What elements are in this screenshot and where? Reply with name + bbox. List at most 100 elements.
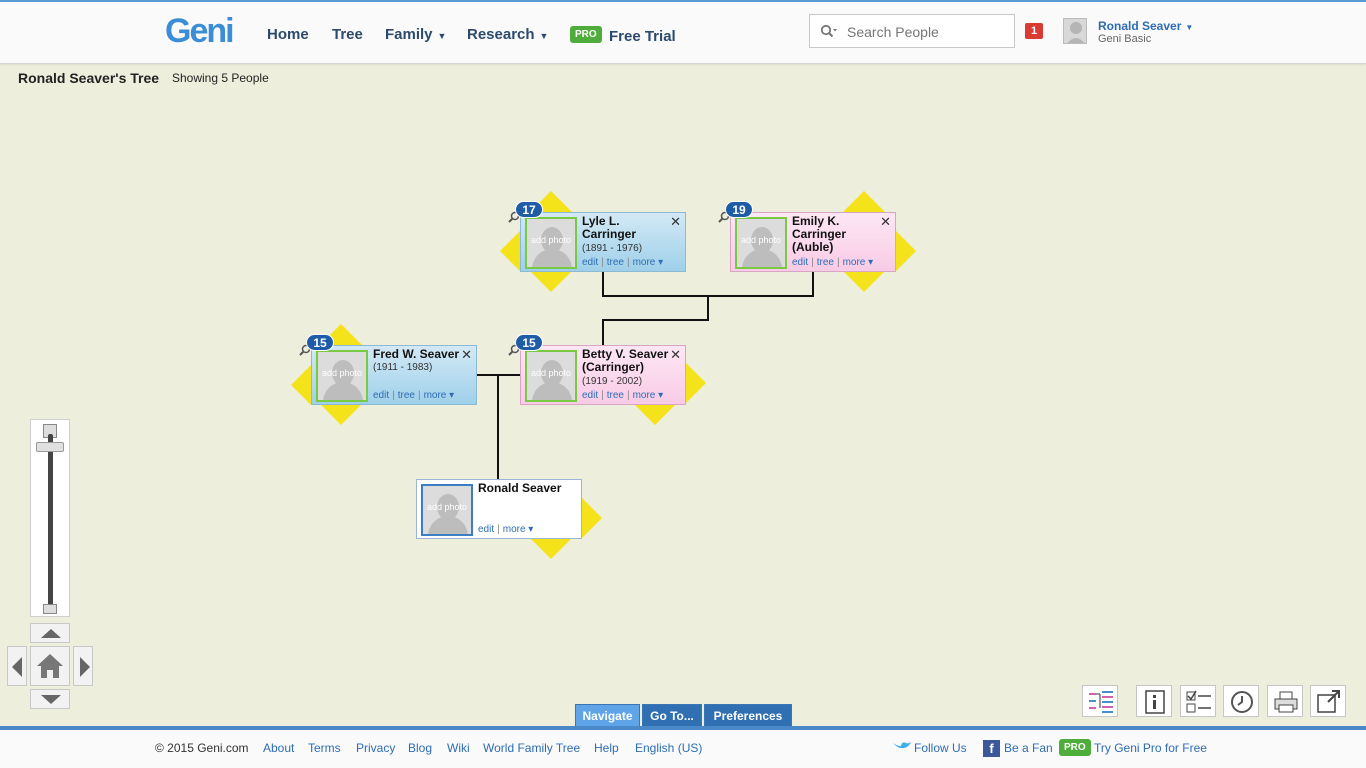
edit-link[interactable]: edit: [582, 390, 598, 401]
connector-line: [812, 271, 814, 297]
expand-right-arrow[interactable]: [686, 363, 706, 403]
close-icon[interactable]: ✕: [461, 347, 472, 363]
close-icon[interactable]: ✕: [670, 347, 681, 363]
tree-link[interactable]: tree: [398, 390, 415, 401]
person-name[interactable]: Emily K. Carringer (Auble): [792, 215, 884, 254]
pro-badge[interactable]: PRO: [570, 26, 602, 43]
close-icon[interactable]: ✕: [880, 214, 891, 230]
more-link[interactable]: more ▾: [633, 257, 664, 268]
add-photo-placeholder[interactable]: add photo: [421, 484, 473, 536]
geni-logo[interactable]: Geni: [165, 12, 235, 51]
expand-left-arrow[interactable]: [500, 231, 520, 271]
person-name[interactable]: Betty V. Seaver (Carringer): [582, 348, 674, 374]
person-name[interactable]: Lyle L. Carringer: [582, 215, 674, 241]
more-link[interactable]: more ▾: [843, 257, 874, 268]
footer-link-wiki[interactable]: Wiki: [447, 741, 470, 755]
checklist-button[interactable]: [1180, 685, 1216, 717]
user-menu[interactable]: Ronald Seaver ▼: [1098, 19, 1193, 33]
person-card-emily[interactable]: add photo Emily K. Carringer (Auble) edi…: [730, 212, 896, 272]
chevron-down-icon: ▼: [539, 31, 549, 41]
close-icon[interactable]: ✕: [670, 214, 681, 230]
person-name[interactable]: Ronald Seaver: [478, 482, 570, 495]
add-photo-placeholder[interactable]: add photo: [525, 217, 577, 269]
follow-us-link[interactable]: Follow Us: [914, 741, 967, 755]
match-count-badge[interactable]: 19: [725, 201, 753, 218]
search-input[interactable]: [847, 22, 1007, 42]
pro-badge[interactable]: PRO: [1059, 739, 1091, 756]
nav-research[interactable]: Research ▼: [467, 26, 548, 43]
more-link[interactable]: more ▾: [424, 390, 455, 401]
notification-count-badge[interactable]: 1: [1025, 23, 1043, 39]
pan-left-button[interactable]: [7, 646, 27, 686]
tree-view-button[interactable]: [1082, 685, 1118, 717]
person-card-ronald[interactable]: add photo Ronald Seaver edit | more ▾: [416, 479, 582, 539]
footer-link-privacy[interactable]: Privacy: [356, 741, 395, 755]
footer-link-help[interactable]: Help: [594, 741, 619, 755]
expand-down-arrow[interactable]: [843, 271, 885, 292]
expand-left-arrow[interactable]: [291, 365, 311, 405]
nav-family[interactable]: Family ▼: [385, 26, 446, 43]
expand-down-arrow[interactable]: [530, 271, 572, 292]
connector-line: [602, 271, 604, 297]
zoom-slider[interactable]: [30, 419, 70, 617]
person-card-betty[interactable]: add photo Betty V. Seaver (Carringer) (1…: [520, 345, 686, 405]
person-card-lyle[interactable]: add photo Lyle L. Carringer (1891 - 1976…: [520, 212, 686, 272]
user-avatar[interactable]: [1063, 18, 1087, 44]
person-dates: (1911 - 1983): [373, 362, 433, 373]
edit-link[interactable]: edit: [582, 257, 598, 268]
match-count-badge[interactable]: 15: [515, 334, 543, 351]
edit-link[interactable]: edit: [373, 390, 389, 401]
tab-navigate[interactable]: Navigate: [575, 704, 640, 727]
footer-link-terms[interactable]: Terms: [308, 741, 341, 755]
footer-link-language[interactable]: English (US): [635, 741, 702, 755]
tree-link[interactable]: tree: [607, 257, 624, 268]
be-a-fan-link[interactable]: Be a Fan: [1004, 741, 1053, 755]
try-geni-pro-link[interactable]: Try Geni Pro for Free: [1094, 741, 1207, 755]
tree-link[interactable]: tree: [607, 390, 624, 401]
zoom-track[interactable]: [48, 434, 53, 606]
free-trial-link[interactable]: Free Trial: [609, 28, 676, 45]
history-button[interactable]: [1223, 685, 1259, 717]
expand-up-arrow[interactable]: [843, 191, 885, 212]
separator: |: [392, 390, 395, 401]
expand-down-arrow[interactable]: [320, 404, 362, 425]
add-photo-placeholder[interactable]: add photo: [735, 217, 787, 269]
nav-home[interactable]: Home: [267, 26, 309, 43]
info-button[interactable]: [1136, 685, 1172, 717]
more-link[interactable]: more ▾: [633, 390, 664, 401]
card-actions: edit | more ▾: [478, 524, 533, 535]
tab-preferences[interactable]: Preferences: [704, 704, 792, 727]
zoom-out-icon[interactable]: [43, 604, 57, 614]
chevron-down-icon: ▼: [1185, 23, 1194, 32]
open-external-button[interactable]: [1310, 685, 1346, 717]
expand-down-arrow[interactable]: [634, 404, 676, 425]
footer-link-world-family-tree[interactable]: World Family Tree: [483, 741, 580, 755]
person-name[interactable]: Fred W. Seaver: [373, 348, 465, 361]
more-link[interactable]: more ▾: [503, 524, 534, 535]
match-count-badge[interactable]: 15: [306, 334, 334, 351]
nav-tree[interactable]: Tree: [332, 26, 363, 43]
expand-down-arrow[interactable]: [530, 538, 572, 559]
separator: |: [601, 257, 604, 268]
tree-link[interactable]: tree: [817, 257, 834, 268]
search-box[interactable]: [809, 14, 1015, 48]
footer-link-blog[interactable]: Blog: [408, 741, 432, 755]
arrow-down-icon: [41, 695, 61, 704]
print-button[interactable]: [1267, 685, 1303, 717]
tab-go-to[interactable]: Go To...: [642, 704, 702, 727]
edit-link[interactable]: edit: [478, 524, 494, 535]
add-photo-placeholder[interactable]: add photo: [525, 350, 577, 402]
search-icon: [820, 24, 837, 38]
person-card-fred[interactable]: add photo Fred W. Seaver (1911 - 1983) e…: [311, 345, 477, 405]
edit-link[interactable]: edit: [792, 257, 808, 268]
pan-right-button[interactable]: [73, 646, 93, 686]
zoom-handle[interactable]: [36, 442, 64, 452]
match-count-badge[interactable]: 17: [515, 201, 543, 218]
add-photo-placeholder[interactable]: add photo: [316, 350, 368, 402]
expand-right-arrow[interactable]: [896, 231, 916, 271]
pan-up-button[interactable]: [30, 623, 70, 643]
footer-link-about[interactable]: About: [263, 741, 294, 755]
expand-right-arrow[interactable]: [582, 498, 602, 538]
home-button[interactable]: [30, 646, 70, 686]
pan-down-button[interactable]: [30, 689, 70, 709]
